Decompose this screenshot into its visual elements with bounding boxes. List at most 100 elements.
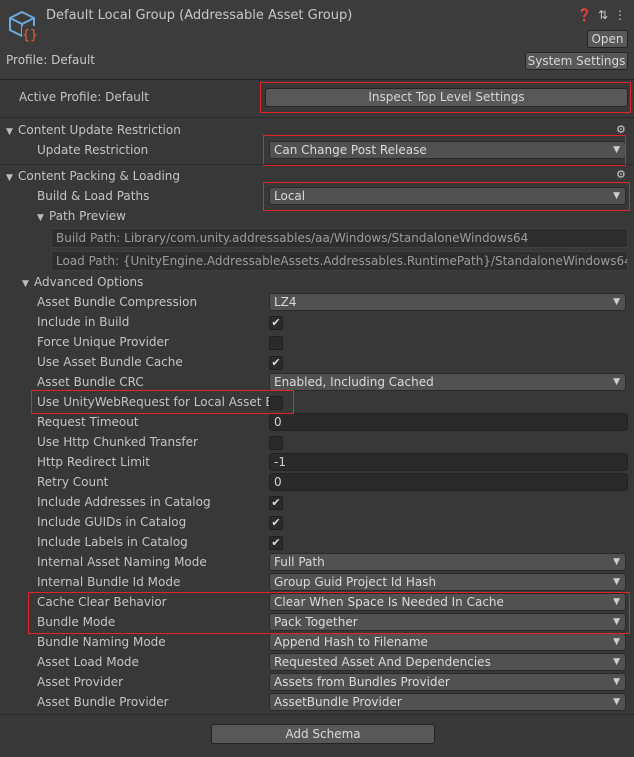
content-update-foldout[interactable]: ▼ Content Update Restriction: [6, 123, 181, 137]
advanced-row-label: Request Timeout: [37, 415, 139, 429]
inspect-top-level-settings-button[interactable]: Inspect Top Level Settings: [265, 88, 628, 107]
divider: [0, 117, 634, 118]
option-dropdown-value: LZ4: [274, 295, 297, 309]
foldout-arrow-icon: ▼: [6, 173, 13, 183]
update-restriction-value: Can Change Post Release: [274, 143, 427, 157]
chevron-down-icon: ▼: [613, 637, 620, 647]
advanced-row-label: Asset Bundle CRC: [37, 375, 144, 389]
chevron-down-icon: ▼: [613, 697, 620, 707]
help-icon[interactable]: ❓: [577, 8, 592, 22]
option-dropdown-value: Clear When Space Is Needed In Cache: [274, 595, 504, 609]
option-dropdown[interactable]: Full Path ▼: [269, 553, 626, 571]
chevron-down-icon: ▼: [613, 677, 620, 687]
option-checkbox[interactable]: [269, 336, 283, 350]
advanced-row-label: Include GUIDs in Catalog: [37, 515, 187, 529]
inspector-title: Default Local Group (Addressable Asset G…: [46, 8, 353, 23]
build-path-field: Build Path: Library/com.unity.addressabl…: [51, 228, 628, 248]
option-text-field[interactable]: 0: [269, 413, 628, 431]
build-load-paths-label: Build & Load Paths: [37, 189, 150, 203]
system-settings-button[interactable]: System Settings: [525, 52, 628, 70]
content-packing-foldout[interactable]: ▼ Content Packing & Loading: [6, 169, 180, 183]
option-checkbox[interactable]: ✔: [269, 356, 283, 370]
option-dropdown-value: Append Hash to Filename: [274, 635, 428, 649]
svg-text:{}: {}: [22, 28, 38, 42]
option-dropdown[interactable]: Clear When Space Is Needed In Cache ▼: [269, 593, 626, 611]
option-dropdown[interactable]: Requested Asset And Dependencies ▼: [269, 653, 626, 671]
active-profile-label: Active Profile: Default: [19, 90, 149, 104]
option-dropdown-value: Requested Asset And Dependencies: [274, 655, 491, 669]
gear-icon[interactable]: ⚙: [616, 123, 626, 136]
content-update-title: Content Update Restriction: [18, 123, 181, 137]
foldout-arrow-icon: ▼: [22, 279, 29, 289]
advanced-row-label: Include Labels in Catalog: [37, 535, 188, 549]
option-checkbox[interactable]: ✔: [269, 316, 283, 330]
advanced-row-label: Retry Count: [37, 475, 109, 489]
option-dropdown[interactable]: LZ4 ▼: [269, 293, 626, 311]
chevron-down-icon: ▼: [613, 617, 620, 627]
option-text-field[interactable]: -1: [269, 453, 628, 471]
path-preview-foldout[interactable]: ▼ Path Preview: [37, 209, 126, 223]
chevron-down-icon: ▼: [613, 577, 620, 587]
chevron-down-icon: ▼: [613, 145, 620, 155]
advanced-row-label: Internal Bundle Id Mode: [37, 575, 181, 589]
option-checkbox[interactable]: ✔: [269, 516, 283, 530]
chevron-down-icon: ▼: [613, 597, 620, 607]
advanced-row-label: Internal Asset Naming Mode: [37, 555, 207, 569]
option-checkbox[interactable]: [269, 436, 283, 450]
addressable-group-icon: {}: [9, 10, 38, 42]
chevron-down-icon: ▼: [613, 191, 620, 201]
option-checkbox[interactable]: ✔: [269, 496, 283, 510]
option-dropdown-value: Full Path: [274, 555, 325, 569]
advanced-row-label: Include Addresses in Catalog: [37, 495, 211, 509]
advanced-row-label: Asset Bundle Compression: [37, 295, 198, 309]
advanced-options-title: Advanced Options: [34, 275, 144, 289]
chevron-down-icon: ▼: [613, 557, 620, 567]
update-restriction-dropdown[interactable]: Can Change Post Release ▼: [269, 141, 626, 159]
advanced-row-label: Asset Provider: [37, 675, 124, 689]
option-dropdown[interactable]: Group Guid Project Id Hash ▼: [269, 573, 626, 591]
advanced-row-label: Asset Load Mode: [37, 655, 139, 669]
divider: [0, 164, 634, 165]
option-dropdown-value: Group Guid Project Id Hash: [274, 575, 437, 589]
foldout-arrow-icon: ▼: [6, 127, 13, 137]
option-dropdown[interactable]: Append Hash to Filename ▼: [269, 633, 626, 651]
foldout-arrow-icon: ▼: [37, 213, 44, 223]
advanced-row-label: Use Asset Bundle Cache: [37, 355, 183, 369]
advanced-row-label: Asset Bundle Provider: [37, 695, 169, 709]
option-dropdown[interactable]: Pack Together ▼: [269, 613, 626, 631]
advanced-row-label: Use UnityWebRequest for Local Asset Bu: [37, 395, 282, 409]
advanced-row-label: Bundle Mode: [37, 615, 116, 629]
advanced-row-label: Include in Build: [37, 315, 130, 329]
option-dropdown[interactable]: Assets from Bundles Provider ▼: [269, 673, 626, 691]
presets-icon[interactable]: ⇅: [598, 8, 608, 22]
option-text-field[interactable]: 0: [269, 473, 628, 491]
profile-label: Profile: Default: [6, 53, 96, 67]
content-packing-title: Content Packing & Loading: [18, 169, 181, 183]
advanced-row-label: Cache Clear Behavior: [37, 595, 167, 609]
advanced-row-label: Force Unique Provider: [37, 335, 169, 349]
path-preview-title: Path Preview: [49, 209, 126, 223]
chevron-down-icon: ▼: [613, 297, 620, 307]
divider: [0, 714, 634, 715]
chevron-down-icon: ▼: [613, 377, 620, 387]
option-checkbox[interactable]: ✔: [269, 536, 283, 550]
chevron-down-icon: ▼: [613, 657, 620, 667]
option-checkbox[interactable]: [269, 396, 283, 410]
gear-icon[interactable]: ⚙: [616, 168, 626, 181]
header-icons: ❓ ⇅ ⋮: [577, 8, 626, 22]
build-load-paths-dropdown[interactable]: Local ▼: [269, 187, 626, 205]
update-restriction-label: Update Restriction: [37, 143, 149, 157]
advanced-row-label: Use Http Chunked Transfer: [37, 435, 198, 449]
option-dropdown-value: Enabled, Including Cached: [274, 375, 434, 389]
advanced-row-label: Http Redirect Limit: [37, 455, 150, 469]
option-dropdown-value: AssetBundle Provider: [274, 695, 402, 709]
advanced-options-foldout[interactable]: ▼ Advanced Options: [22, 275, 143, 289]
option-dropdown[interactable]: AssetBundle Provider ▼: [269, 693, 626, 711]
more-icon[interactable]: ⋮: [614, 8, 626, 22]
open-button[interactable]: Open: [587, 30, 628, 48]
option-dropdown[interactable]: Enabled, Including Cached ▼: [269, 373, 626, 391]
add-schema-button[interactable]: Add Schema: [211, 724, 435, 744]
load-path-field: Load Path: {UnityEngine.AddressableAsset…: [51, 251, 628, 271]
option-dropdown-value: Assets from Bundles Provider: [274, 675, 450, 689]
build-load-paths-value: Local: [274, 189, 306, 203]
